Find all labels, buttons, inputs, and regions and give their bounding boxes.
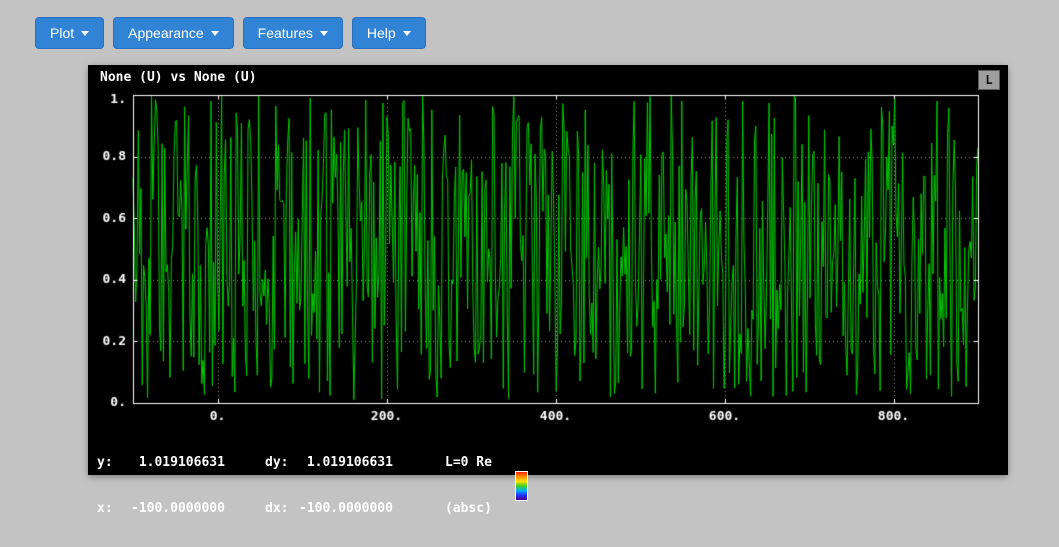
help-menu-button[interactable]: Help [351,17,426,49]
plot-panel-header: None (U) vs None (U) L [88,65,1008,91]
caret-down-icon [210,30,219,36]
cursor-readout: y: 1.019106631 dy: 1.019106631 L=0 Re x:… [97,425,505,547]
status-line-y: y: 1.019106631 dy: 1.019106631 L=0 Re [97,455,505,471]
dy-label: dy: [265,455,289,470]
y-label: y: [97,455,113,470]
features-menu-label: Features [257,25,313,41]
status-line-x: x: -100.0000000 dx: -100.0000000 (absc) [97,501,505,517]
x-label: x: [97,501,113,516]
plot-panel: None (U) vs None (U) L y: 1.019106631 dy… [88,65,1008,516]
plot-menu-button[interactable]: Plot [35,17,105,49]
dx-label: dx: [265,501,289,516]
toolbar: Plot Appearance Features Help [35,17,426,49]
caret-down-icon [319,30,328,36]
status-bar: y: 1.019106631 dy: 1.019106631 L=0 Re x:… [97,425,528,547]
x-value: -100.0000000 [131,501,225,516]
caret-down-icon [402,30,411,36]
plot-menu-label: Plot [50,25,75,41]
dy-value: 1.019106631 [299,455,393,470]
layer-toggle-button[interactable]: L [978,70,1000,90]
dx-value: -100.0000000 [299,501,393,516]
appearance-menu-label: Appearance [128,25,204,41]
colormap-gradient [515,471,528,501]
appearance-menu-button[interactable]: Appearance [113,17,234,49]
plot-canvas[interactable] [88,91,1008,421]
abscissa-label: (absc) [445,501,492,516]
y-value: 1.019106631 [131,455,225,470]
plot-title: None (U) vs None (U) [100,70,257,85]
line-mode-label: L=0 Re [445,455,492,470]
features-menu-button[interactable]: Features [242,17,343,49]
caret-down-icon [81,30,90,36]
help-menu-label: Help [366,25,396,41]
